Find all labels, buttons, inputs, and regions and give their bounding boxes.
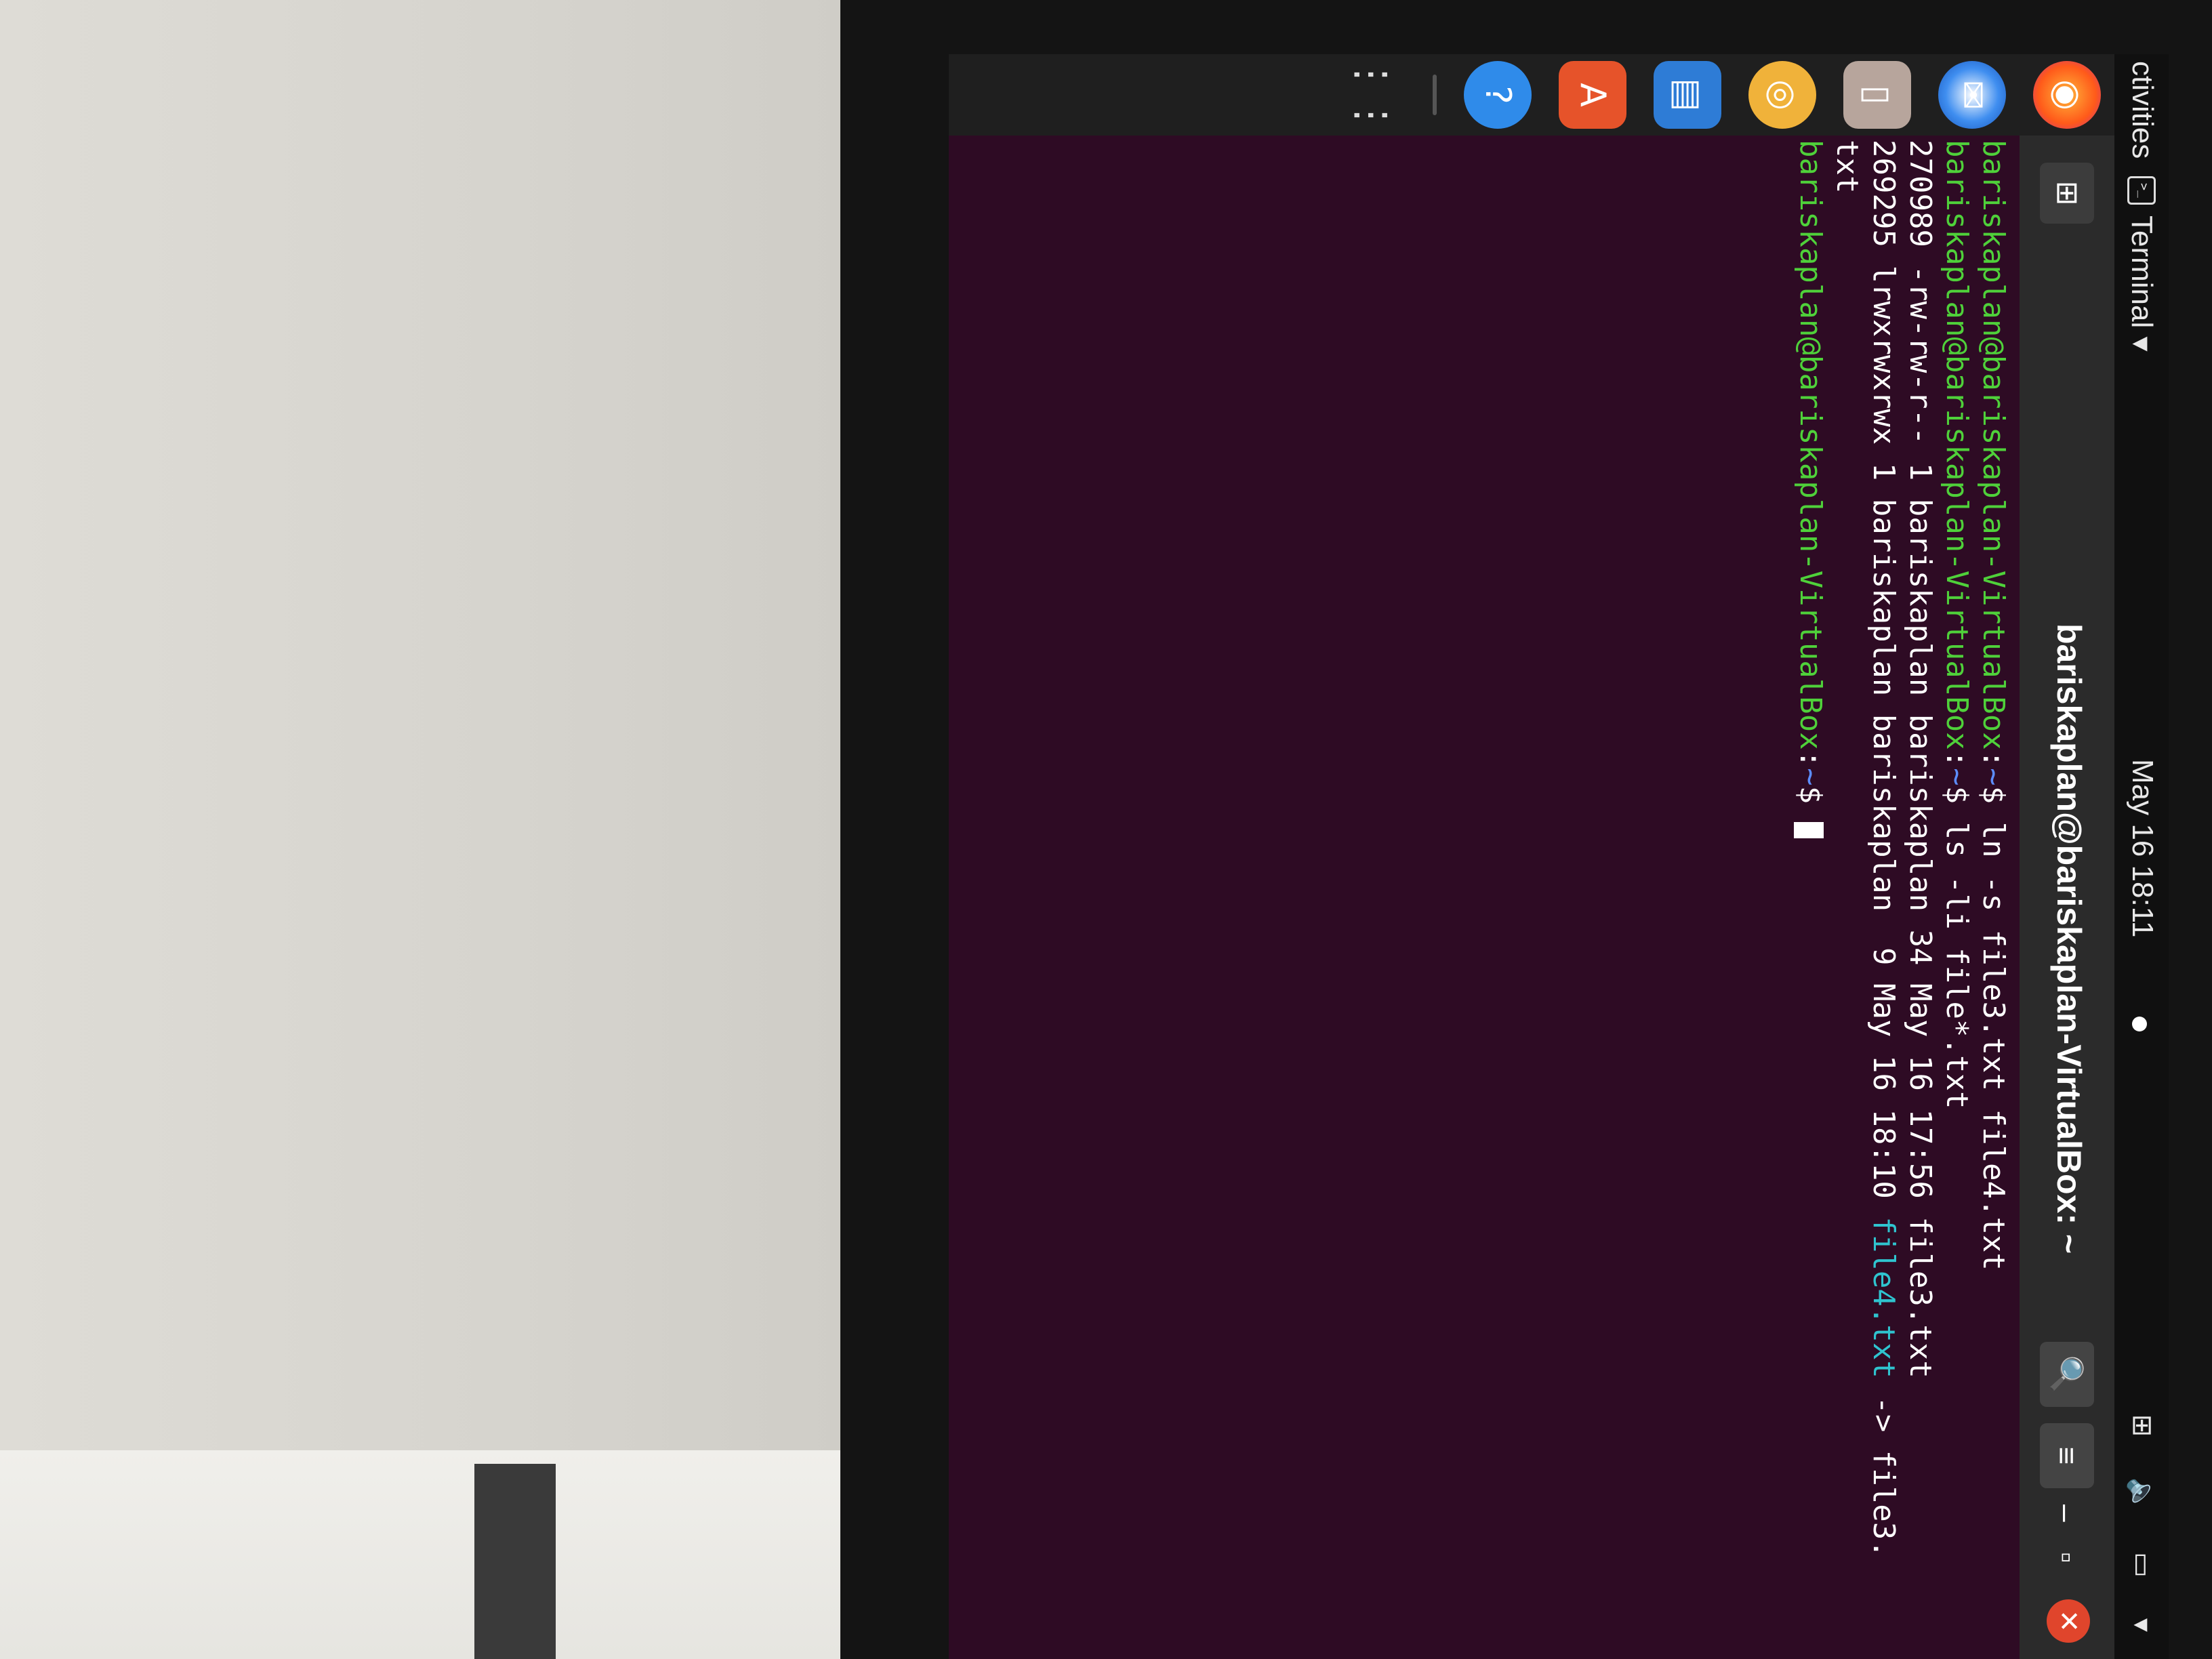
app-menu[interactable]: >_ Terminal ▾ [2125,176,2159,352]
prompt-separator: : [1940,750,1974,769]
cursor [1794,821,1824,838]
background-window-bar [474,1464,556,1659]
network-icon: ⊞ [2127,1414,2157,1437]
firefox-icon[interactable]: ◉ [2033,61,2101,129]
clock[interactable]: May 16 18:11 [2125,759,2159,937]
battery-icon: ▭ [2127,1552,2157,1578]
dropdown-icon: ▾ [2127,1618,2157,1632]
command-text: ls -li file*.txt [1940,821,1974,1109]
symlink-name: file4.txt [1866,1216,1901,1378]
files-icon[interactable]: ▯ [1843,61,1911,129]
volume-icon: 🔈 [2127,1477,2156,1512]
activities-button[interactable]: ctivities [2125,61,2159,159]
thunderbird-icon[interactable]: ✉ [1938,61,2006,129]
prompt-path: ~ [1793,768,1828,786]
terminal-line: bariskaplan@bariskaplan-VirtualBox:~$ [1792,140,1828,1655]
output-text: -> file3. [1866,1378,1901,1558]
background-wall [0,0,840,1659]
prompt-user: bariskaplan@bariskaplan-VirtualBox [1793,140,1828,750]
top-bar: ctivities >_ Terminal ▾ May 16 18:11 ⊞ 🔈… [2114,54,2169,1659]
terminal-headerbar: ⊞ bariskaplan@bariskaplan-VirtualBox: ~ … [2020,136,2114,1659]
minimize-button[interactable]: – [2040,1504,2094,1522]
output-line: 269295 lrwxrwxrwx 1 bariskaplan bariskap… [1865,140,1902,1655]
output-line: 270989 -rw-rw-r-- 1 bariskaplan bariskap… [1903,140,1938,1378]
terminal-body[interactable]: bariskaplan@bariskaplan-VirtualBox:~$ ln… [949,136,2020,1659]
app-menu-label: Terminal ▾ [2125,216,2158,352]
menu-button[interactable]: ≡ [2040,1423,2094,1488]
prompt-suffix: $ [1976,785,2011,822]
output-text: 269295 lrwxrwxrwx 1 bariskaplan bariskap… [1866,140,1901,1217]
show-applications-icon[interactable]: ⋮⋮ [1338,54,1406,136]
terminal-icon: >_ [2127,176,2156,205]
screen: ctivities >_ Terminal ▾ May 16 18:11 ⊞ 🔈… [949,54,2169,1659]
window-title: bariskaplan@bariskaplan-VirtualBox: ~ [2050,623,2088,1254]
desktop: ctivities >_ Terminal ▾ May 16 18:11 ⊞ 🔈… [949,54,2169,1659]
dock-separator [1433,75,1437,115]
maximize-button[interactable]: ▫ [2040,1552,2094,1563]
new-tab-button[interactable]: ⊞ [2040,163,2094,224]
prompt-separator: : [1976,750,2011,769]
terminal-line: bariskaplan@bariskaplan-VirtualBox:~$ ln… [1975,140,2011,1655]
terminal-line: bariskaplan@bariskaplan-VirtualBox:~$ ls… [1938,140,1975,1655]
output-line: txt [1830,140,1864,194]
prompt-path: ~ [1940,768,1974,786]
command-text: ln -s file3.txt file4.txt [1976,821,2011,1271]
prompt-path: ~ [1976,768,2011,786]
background-window [0,1450,840,1659]
libreoffice-writer-icon[interactable]: ▤ [1654,61,1721,129]
prompt-user: bariskaplan@bariskaplan-VirtualBox [1976,140,2011,750]
rhythmbox-icon[interactable]: ◎ [1748,61,1816,129]
prompt-user: bariskaplan@bariskaplan-VirtualBox [1940,140,1974,750]
help-icon[interactable]: ? [1464,61,1532,129]
ubuntu-software-icon[interactable]: A [1559,61,1626,129]
prompt-suffix: $ [1940,785,1974,822]
prompt-suffix: $ [1793,785,1828,822]
search-button[interactable]: 🔍 [2040,1342,2094,1407]
prompt-separator: : [1793,750,1828,769]
notification-dot [2132,1017,2147,1031]
system-tray[interactable]: ⊞ 🔈 ▭ ▾ [2126,1414,2158,1632]
close-button[interactable]: ✕ [2047,1599,2090,1643]
dock: ◉ ✉ ▯ ◎ ▤ A ? ⋮⋮ [949,54,2114,136]
